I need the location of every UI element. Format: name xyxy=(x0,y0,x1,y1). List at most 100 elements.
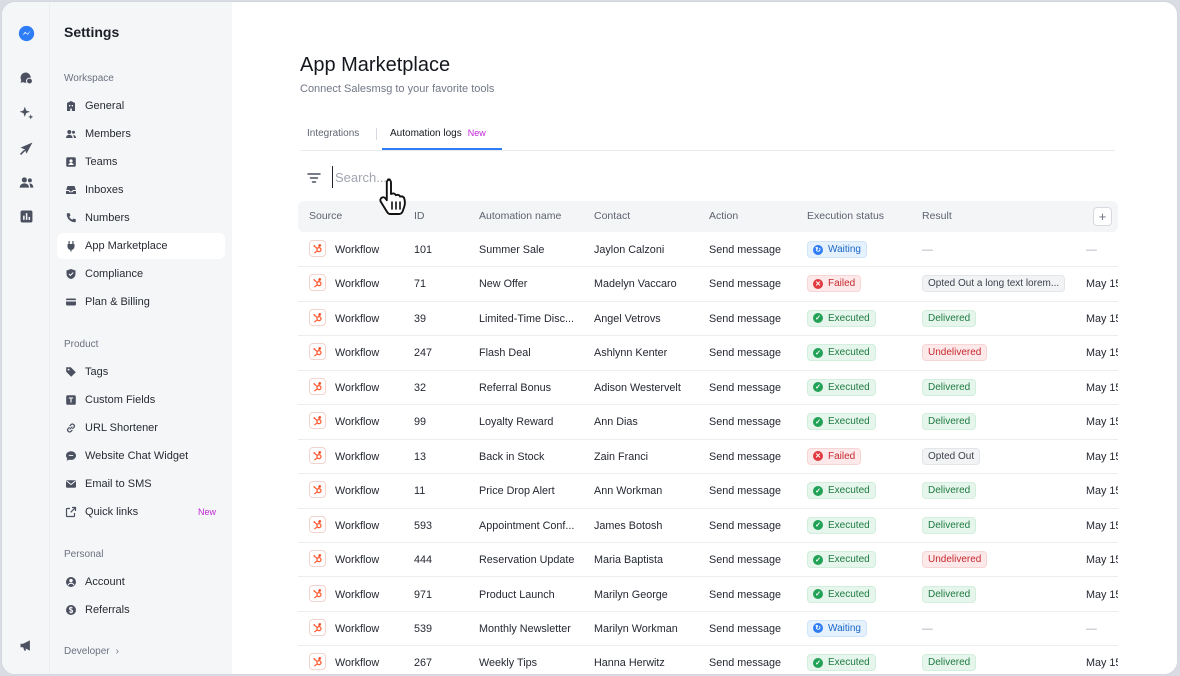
sidebar-item-custom-fields[interactable]: Custom Fields xyxy=(57,387,225,413)
sparkle-icon[interactable] xyxy=(16,103,36,123)
sidebar-item-app-marketplace[interactable]: App Marketplace xyxy=(57,233,225,259)
col-source[interactable]: Source xyxy=(309,210,342,222)
table-row[interactable]: Workflow 101 Summer Sale Jaylon Calzoni Send… xyxy=(298,233,1118,268)
action-cell: Send message xyxy=(709,244,782,256)
sidebar-item-compliance[interactable]: Compliance xyxy=(57,261,225,287)
hubspot-icon xyxy=(309,308,326,326)
send-icon[interactable] xyxy=(16,138,36,158)
automation-name-cell: Limited-Time Disc... xyxy=(479,312,574,325)
hubspot-icon xyxy=(309,584,326,602)
action-cell: Send message xyxy=(709,312,782,325)
table-row[interactable]: Workflow 39 Limited-Time Disc... Angel Vetr… xyxy=(298,302,1118,337)
table-row[interactable]: Workflow 247 Flash Deal Ashlynn Kenter Send … xyxy=(298,336,1118,371)
table-row[interactable]: Workflow 593 Appointment Conf... James Boto… xyxy=(298,509,1118,543)
mail-icon xyxy=(64,478,77,491)
automation-name-cell: New Offer xyxy=(479,278,528,291)
source-cell: Workflow xyxy=(335,519,380,532)
tab-integrations-label: Integrations xyxy=(307,128,360,139)
id-cell: 99 xyxy=(414,416,427,429)
tab-divider xyxy=(376,128,377,140)
date-cell: May 15 xyxy=(1086,519,1118,532)
sidebar-item-referrals[interactable]: Referrals xyxy=(57,597,225,623)
app-window: Settings Workspace General Members Teams In… xyxy=(1,1,1178,675)
check-circle-icon: ✓ xyxy=(813,520,823,531)
id-cell: 539 xyxy=(414,622,433,635)
sidebar-item-numbers[interactable]: Numbers xyxy=(57,205,225,231)
icon-rail xyxy=(2,2,50,674)
date-cell: May 15 xyxy=(1086,278,1118,291)
page-subtitle: Connect Salesmsg to your favorite tools xyxy=(300,83,495,95)
user-circle-icon xyxy=(64,576,77,589)
result-badge: Delivered xyxy=(922,309,977,327)
result-badge: Delivered xyxy=(922,482,977,500)
date-cell: May 15 xyxy=(1086,485,1118,498)
sidebar-item-inboxes[interactable]: Inboxes xyxy=(57,177,225,203)
automation-logs-table: Source ID Automation name Contact Action… xyxy=(298,201,1118,674)
id-cell: 11 xyxy=(414,485,426,498)
status-text: Failed xyxy=(828,450,856,462)
automation-name-cell: Loyalty Reward xyxy=(479,416,554,429)
table-row[interactable]: Workflow 11 Price Drop Alert Ann Workman Sen… xyxy=(298,474,1118,509)
action-cell: Send message xyxy=(709,381,782,394)
table-row[interactable]: Workflow 13 Back in Stock Zain Franci Send m… xyxy=(298,440,1118,475)
sidebar-item-label: Quick links xyxy=(85,506,139,518)
sidebar-item-email-to-sms[interactable]: Email to SMS xyxy=(57,471,225,497)
settings-sidebar: Settings Workspace General Members Teams In… xyxy=(50,2,232,674)
sidebar-item-label: Account xyxy=(85,576,125,588)
chat-icon[interactable] xyxy=(16,68,36,88)
id-cell: 444 xyxy=(414,554,433,567)
table-row[interactable]: Workflow 971 Product Launch Marilyn George S… xyxy=(298,578,1118,612)
tag-icon xyxy=(64,366,77,379)
hubspot-icon xyxy=(309,653,326,671)
megaphone-icon[interactable] xyxy=(16,635,36,655)
id-cell: 13 xyxy=(414,450,427,463)
col-automation-name[interactable]: Automation name xyxy=(479,210,561,222)
table-row[interactable]: Workflow 444 Reservation Update Maria Bapti… xyxy=(298,543,1118,578)
tab-integrations[interactable]: Integrations xyxy=(307,128,359,139)
logo-icon[interactable] xyxy=(16,23,36,43)
sidebar-item-teams[interactable]: Teams xyxy=(57,149,225,175)
col-result[interactable]: Result xyxy=(922,210,952,222)
automation-name-cell: Appointment Conf... xyxy=(479,519,575,532)
members-icon xyxy=(64,128,77,141)
status-text: Waiting xyxy=(828,622,861,634)
sidebar-item-general[interactable]: General xyxy=(57,93,225,119)
sidebar-item-plan-and-billing[interactable]: Plan & Billing xyxy=(57,289,225,315)
sidebar-item-label: Custom Fields xyxy=(85,394,156,406)
sidebar-item-tags[interactable]: Tags xyxy=(57,359,225,385)
col-execution-status[interactable]: Execution status xyxy=(807,210,884,222)
action-cell: Send message xyxy=(709,657,782,670)
sidebar-item-website-chat-widget[interactable]: Website Chat Widget xyxy=(57,443,225,469)
sidebar-item-quick-links[interactable]: Quick links New xyxy=(57,499,225,525)
sidebar-item-label: Plan & Billing xyxy=(85,296,150,308)
action-cell: Send message xyxy=(709,485,782,498)
date-cell: May 15 xyxy=(1086,312,1118,325)
status-text: Executed xyxy=(828,347,870,359)
sidebar-item-account[interactable]: Account xyxy=(57,569,225,595)
table-row[interactable]: Workflow 71 New Offer Madelyn Vaccaro Send m… xyxy=(298,267,1118,302)
col-action[interactable]: Action xyxy=(709,210,738,222)
contact-cell: Marilyn Workman xyxy=(594,622,678,635)
add-column-button[interactable]: + xyxy=(1093,207,1112,226)
source-cell: Workflow xyxy=(335,450,380,463)
status-badge: ✓ Executed xyxy=(807,309,876,327)
contact-cell: Ashlynn Kenter xyxy=(594,347,668,360)
developer-label: Developer xyxy=(64,646,110,657)
table-row[interactable]: Workflow 539 Monthly Newsletter Marilyn Wor… xyxy=(298,612,1118,647)
contacts-icon[interactable] xyxy=(16,172,36,192)
table-row[interactable]: Workflow 267 Weekly Tips Hanna Herwitz Send … xyxy=(298,646,1118,674)
hubspot-icon xyxy=(309,412,326,430)
date-cell: May 15 xyxy=(1086,347,1118,360)
sidebar-item-members[interactable]: Members xyxy=(57,121,225,147)
automation-name-cell: Flash Deal xyxy=(479,347,531,360)
table-row[interactable]: Workflow 32 Referral Bonus Adison Westervel… xyxy=(298,371,1118,406)
reports-icon[interactable] xyxy=(16,206,36,226)
table-row[interactable]: Workflow 99 Loyalty Reward Ann Dias Send mes… xyxy=(298,405,1118,440)
sidebar-item-url-shortener[interactable]: URL Shortener xyxy=(57,415,225,441)
plug-icon xyxy=(64,240,77,253)
filter-icon[interactable] xyxy=(306,170,322,186)
col-contact[interactable]: Contact xyxy=(594,210,630,222)
tab-automation-logs[interactable]: Automation logs New xyxy=(390,128,486,139)
developer-link[interactable]: Developer › xyxy=(64,646,119,657)
source-cell: Workflow xyxy=(335,347,380,360)
